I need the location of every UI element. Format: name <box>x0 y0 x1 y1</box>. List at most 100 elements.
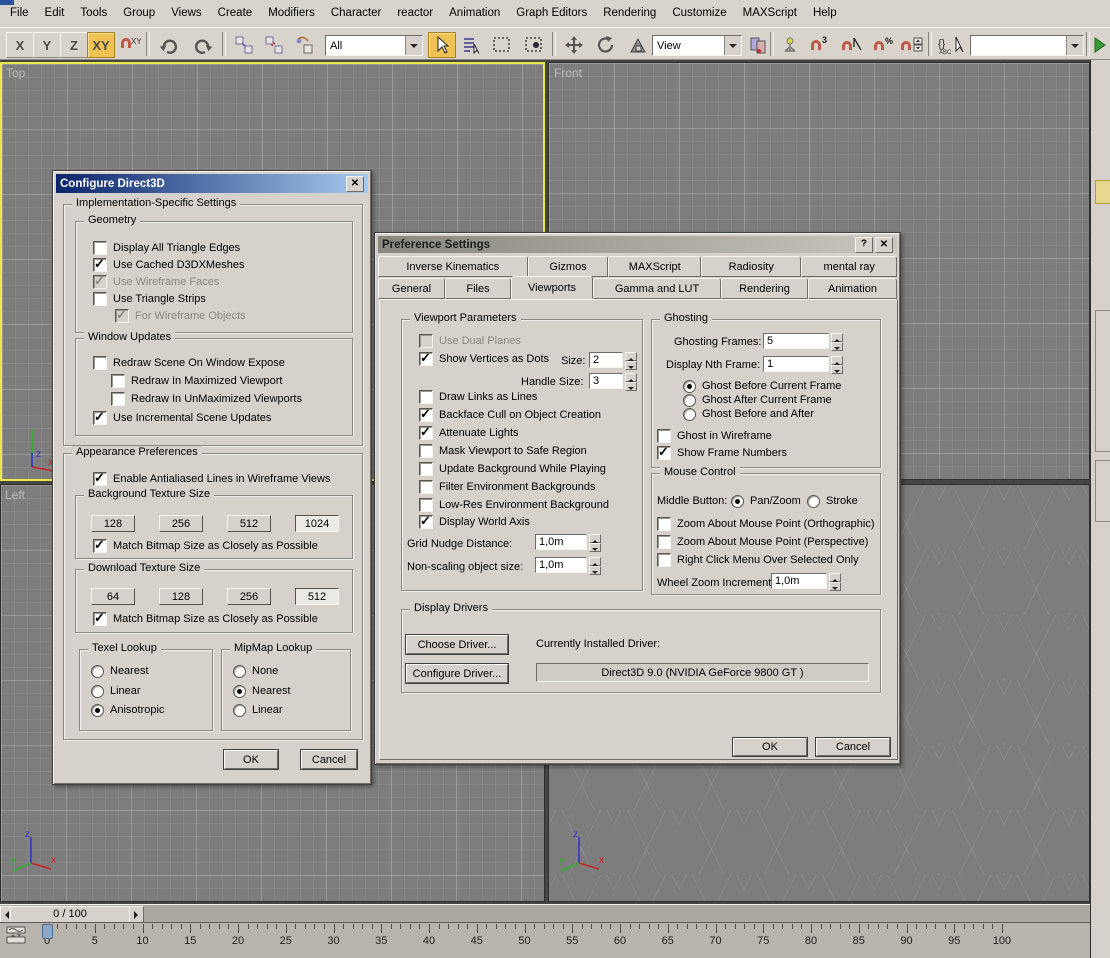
checkbox-lowres-environment-background[interactable]: Low-Res Environment Background <box>419 498 609 512</box>
close-icon[interactable]: ✕ <box>875 237 893 253</box>
menu-animation[interactable]: Animation <box>441 1 508 26</box>
spinner-arrows-icon[interactable] <box>589 557 601 575</box>
checkbox-redraw-scene-on-window-expose[interactable]: Redraw Scene On Window Expose <box>93 356 285 370</box>
menu-graph-editors[interactable]: Graph Editors <box>508 1 595 26</box>
restrict-x-button[interactable]: X <box>6 32 34 58</box>
checkbox-dl-match-bitmap-size[interactable]: Match Bitmap Size as Closely as Possible <box>93 612 318 626</box>
checkbox-right-click-menu-selected-only[interactable]: Right Click Menu Over Selected Only <box>657 553 859 567</box>
restrict-z-button[interactable]: Z <box>60 32 88 58</box>
percent-snap-toggle-button[interactable]: % <box>870 32 898 58</box>
checkbox-enable-antialiased-lines[interactable]: Enable Antialiased Lines in Wireframe Vi… <box>93 472 330 486</box>
schematic-view-button[interactable] <box>1090 32 1110 58</box>
choose-driver-button[interactable]: Choose Driver... <box>405 634 509 655</box>
select-and-scale-button[interactable] <box>624 32 652 58</box>
selection-filter-dropdown[interactable]: All <box>325 35 423 56</box>
tab-general[interactable]: General <box>378 278 445 299</box>
radio-texel-nearest[interactable]: Nearest <box>91 664 149 678</box>
checkbox-zoom-about-mouse-perspective[interactable]: Zoom About Mouse Point (Perspective) <box>657 535 868 549</box>
checkbox-attenuate-lights[interactable]: Attenuate Lights <box>419 426 519 440</box>
viewport-left-label[interactable]: Left <box>5 488 25 502</box>
tab-files[interactable]: Files <box>445 278 511 299</box>
tab-rendering[interactable]: Rendering <box>721 278 808 299</box>
window-crossing-toggle-button[interactable] <box>520 32 548 58</box>
configure-cancel-button[interactable]: Cancel <box>300 749 358 770</box>
angle-snap-toggle-button[interactable] <box>838 32 866 58</box>
ghosting-frames-spinner[interactable]: 5 <box>763 333 843 351</box>
checkbox-draw-links-as-lines[interactable]: Draw Links as Lines <box>419 390 537 404</box>
menu-group[interactable]: Group <box>115 1 163 26</box>
menu-reactor[interactable]: reactor <box>389 1 441 26</box>
checkbox-filter-environment-backgrounds[interactable]: Filter Environment Backgrounds <box>419 480 596 494</box>
checkbox-zoom-about-mouse-orthographic[interactable]: Zoom About Mouse Point (Orthographic) <box>657 517 874 531</box>
preference-cancel-button[interactable]: Cancel <box>815 737 891 757</box>
tab-gamma-and-lut[interactable]: Gamma and LUT <box>593 278 721 299</box>
checkbox-use-wireframe-faces[interactable]: Use Wireframe Faces <box>93 275 219 289</box>
checkbox-use-dual-planes[interactable]: Use Dual Planes <box>419 334 521 348</box>
menu-edit[interactable]: Edit <box>37 1 73 26</box>
bg-texture-512-button[interactable]: 512 <box>227 515 271 532</box>
radio-mipmap-nearest[interactable]: Nearest <box>233 684 291 698</box>
bg-texture-1024-button[interactable]: 1024 <box>295 515 339 532</box>
dl-texture-256-button[interactable]: 256 <box>227 588 271 605</box>
tab-radiosity[interactable]: Radiosity <box>701 256 801 277</box>
tab-gizmos[interactable]: Gizmos <box>528 256 609 277</box>
radio-mipmap-linear[interactable]: Linear <box>233 703 283 717</box>
checkbox-mask-viewport-safe-region[interactable]: Mask Viewport to Safe Region <box>419 444 587 458</box>
bg-texture-128-button[interactable]: 128 <box>91 515 135 532</box>
menu-maxscript[interactable]: MAXScript <box>735 1 805 26</box>
checkbox-redraw-in-maximized-viewport[interactable]: Redraw In Maximized Viewport <box>111 374 282 388</box>
named-selection-sets-dropdown[interactable] <box>970 35 1084 56</box>
spinner-arrows-icon[interactable] <box>625 352 637 370</box>
preference-ok-button[interactable]: OK <box>732 737 808 757</box>
checkbox-redraw-in-unmaximized-viewports[interactable]: Redraw In UnMaximized Viewports <box>111 392 302 406</box>
checkbox-use-triangle-strips[interactable]: Use Triangle Strips <box>93 292 206 306</box>
preference-dialog-titlebar[interactable]: Preference Settings ? ✕ <box>378 236 897 253</box>
spinner-arrows-icon[interactable] <box>829 573 841 591</box>
checkbox-use-cached-d3dxmeshes[interactable]: Use Cached D3DXMeshes <box>93 258 244 272</box>
dl-texture-512-button[interactable]: 512 <box>295 588 339 605</box>
checkbox-backface-cull[interactable]: Backface Cull on Object Creation <box>419 408 601 422</box>
menu-create[interactable]: Create <box>210 1 261 26</box>
select-and-link-button[interactable] <box>230 32 258 58</box>
redo-button[interactable] <box>188 32 216 58</box>
display-nth-frame-spinner[interactable]: 1 <box>763 356 843 374</box>
checkbox-for-wireframe-objects[interactable]: For Wireframe Objects <box>115 309 246 323</box>
viewport-front-label[interactable]: Front <box>554 66 582 80</box>
radio-mipmap-none[interactable]: None <box>233 664 278 678</box>
checkbox-ghost-in-wireframe[interactable]: Ghost in Wireframe <box>657 429 772 443</box>
close-icon[interactable]: ✕ <box>346 176 364 192</box>
tab-maxscript[interactable]: MAXScript <box>608 256 701 277</box>
radio-middle-stroke[interactable]: Stroke <box>807 494 858 508</box>
radio-middle-pan-zoom[interactable]: Pan/Zoom <box>731 494 801 508</box>
help-icon[interactable]: ? <box>855 237 873 253</box>
trackbar-ruler[interactable]: 0510152025303540455055606570758085909510… <box>0 923 1090 958</box>
tab-inverse-kinematics[interactable]: Inverse Kinematics <box>378 256 528 277</box>
radio-texel-anisotropic[interactable]: Anisotropic <box>91 703 164 717</box>
radio-ghost-before-and-after[interactable]: Ghost Before and After <box>683 407 814 421</box>
wheel-zoom-increment-spinner[interactable]: 1,0m <box>771 573 841 591</box>
tab-mental-ray[interactable]: mental ray <box>801 256 897 277</box>
configure-dialog-titlebar[interactable]: Configure Direct3D ✕ <box>56 174 368 193</box>
radio-ghost-before-current-frame[interactable]: Ghost Before Current Frame <box>683 379 841 393</box>
checkbox-bg-match-bitmap-size[interactable]: Match Bitmap Size as Closely as Possible <box>93 539 318 553</box>
rectangular-selection-region-button[interactable] <box>488 32 516 58</box>
menu-rendering[interactable]: Rendering <box>595 1 664 26</box>
unlink-selection-button[interactable] <box>260 32 288 58</box>
snaps-xy-icon[interactable]: XY <box>116 32 144 58</box>
menu-views[interactable]: Views <box>163 1 209 26</box>
snap-toggle-3d-button[interactable]: 3 <box>806 32 834 58</box>
tab-animation[interactable]: Animation <box>808 278 897 299</box>
menu-tools[interactable]: Tools <box>72 1 115 26</box>
select-and-rotate-button[interactable] <box>592 32 620 58</box>
spinner-arrows-icon[interactable] <box>831 333 843 351</box>
configure-driver-button[interactable]: Configure Driver... <box>405 663 509 684</box>
restrict-xy-plane-button[interactable]: XY <box>87 32 115 58</box>
use-pivot-center-button[interactable] <box>744 32 772 58</box>
handle-size-spinner[interactable]: 3 <box>589 373 637 391</box>
spinner-snap-toggle-button[interactable] <box>898 32 926 58</box>
select-and-manipulate-button[interactable] <box>776 32 804 58</box>
dl-texture-128-button[interactable]: 128 <box>159 588 203 605</box>
bind-to-space-warp-button[interactable] <box>290 32 318 58</box>
radio-ghost-after-current-frame[interactable]: Ghost After Current Frame <box>683 393 832 407</box>
tab-viewports[interactable]: Viewports <box>511 276 593 299</box>
